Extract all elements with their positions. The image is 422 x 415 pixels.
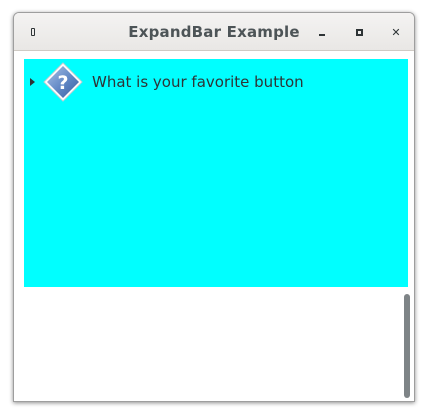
close-button[interactable]: ✕: [388, 24, 404, 40]
expander-arrow-icon[interactable]: [30, 78, 35, 86]
question-icon: ?: [43, 62, 83, 102]
scrollbar-thumb[interactable]: [404, 294, 410, 398]
minimize-button[interactable]: [314, 24, 330, 40]
app-window: ExpandBar Example ✕ ? What is your favor…: [13, 12, 415, 402]
minimize-icon: [319, 33, 325, 36]
vertical-scrollbar[interactable]: [404, 294, 412, 400]
svg-text:?: ?: [57, 72, 68, 94]
title-bar[interactable]: ExpandBar Example ✕: [14, 13, 414, 51]
client-area: ? What is your favorite button: [14, 51, 414, 401]
maximize-icon: [355, 28, 363, 36]
expand-bar: ? What is your favorite button: [24, 59, 408, 287]
expand-item-header[interactable]: ? What is your favorite button: [24, 59, 408, 103]
close-icon: ✕: [391, 25, 401, 39]
expand-item-label: What is your favorite button: [92, 73, 304, 91]
maximize-button[interactable]: [351, 24, 367, 40]
